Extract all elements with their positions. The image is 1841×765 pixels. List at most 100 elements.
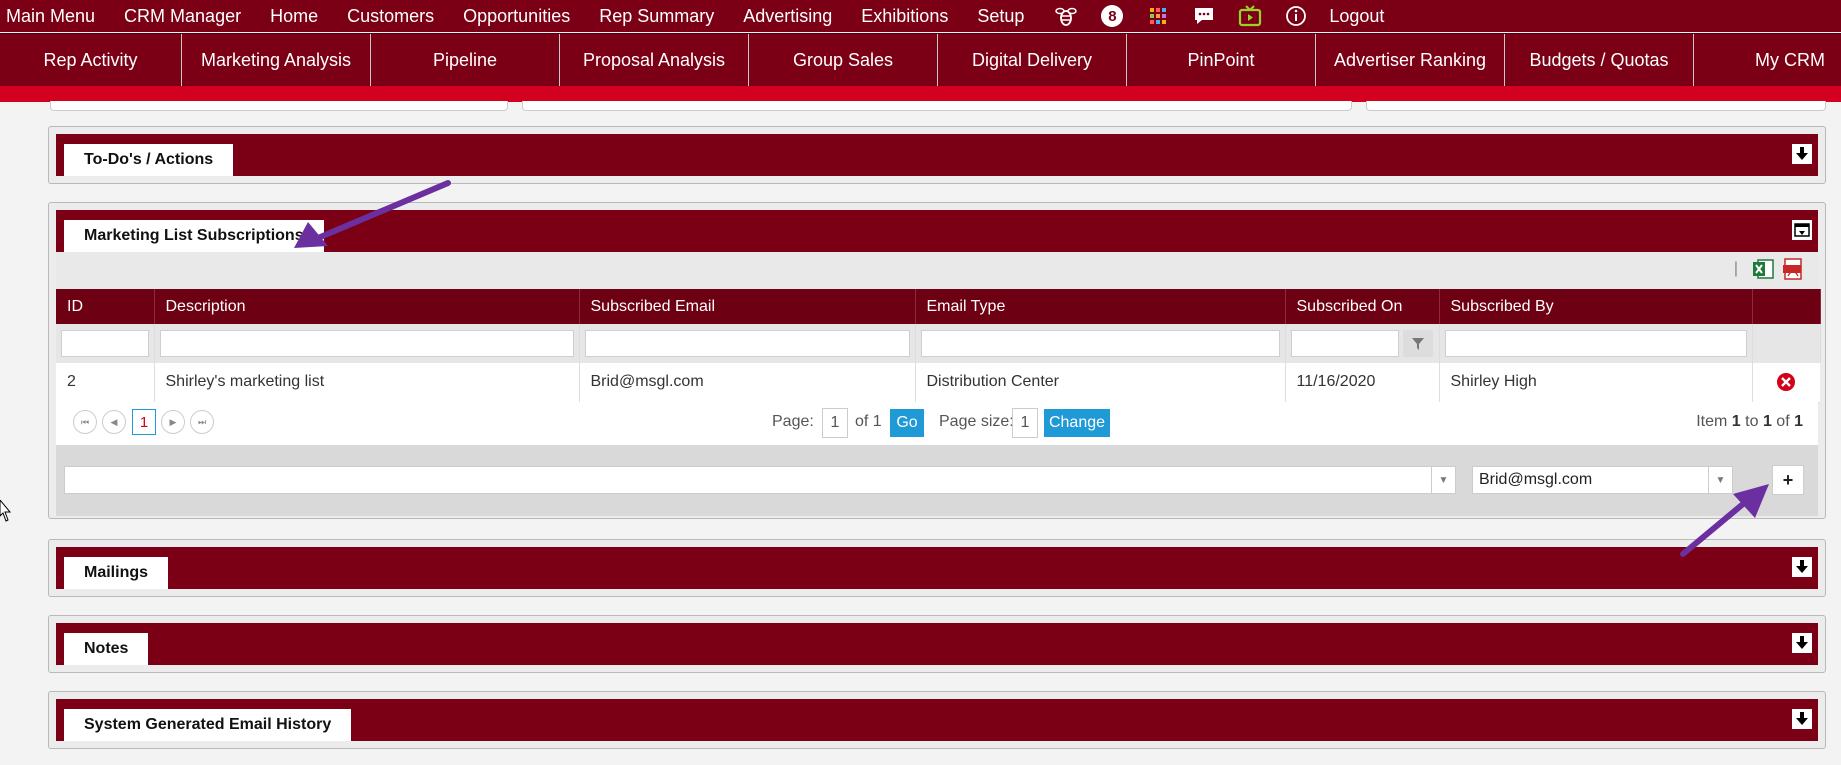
notes-panel-header: Notes (56, 623, 1818, 665)
collapse-window-icon[interactable] (1792, 220, 1812, 240)
subscribe-email-value: Brid@msgl.com (1479, 471, 1593, 488)
item-to-label: to (1745, 413, 1759, 430)
previous-page-icon[interactable]: ◀ (102, 410, 126, 434)
page-number-input[interactable]: 1 (822, 408, 848, 438)
pdf-export-icon[interactable] (1782, 258, 1804, 280)
menu-home[interactable]: Home (270, 6, 318, 27)
expand-down-icon[interactable] (1792, 709, 1812, 729)
bee-icon[interactable] (1053, 3, 1079, 29)
notification-badge-icon[interactable]: 8 (1099, 3, 1125, 29)
filter-row (56, 324, 1821, 363)
nav-budgets-quotas[interactable]: Budgets / Quotas (1505, 34, 1694, 87)
expand-down-icon[interactable] (1792, 144, 1812, 164)
badge-count: 8 (1101, 5, 1124, 27)
filter-id-input[interactable] (61, 330, 149, 357)
menu-setup[interactable]: Setup (977, 6, 1024, 27)
item-to: 1 (1762, 413, 1772, 430)
annotation-arrow-icon (294, 180, 451, 248)
info-icon[interactable] (1283, 3, 1309, 29)
menu-rep-summary[interactable]: Rep Summary (599, 6, 714, 27)
add-subscription-button[interactable]: + (1772, 465, 1804, 495)
filter-funnel-icon[interactable] (1402, 330, 1433, 357)
menu-crm-manager[interactable]: CRM Manager (124, 6, 241, 27)
first-page-icon[interactable]: ⏮ (73, 410, 97, 434)
cell-id: 2 (56, 363, 155, 403)
subscriptions-grid: ID Description Subscribed Email Email Ty… (56, 289, 1821, 403)
nav-pinpoint[interactable]: PinPoint (1127, 34, 1316, 87)
apps-grid-icon[interactable] (1145, 3, 1171, 29)
item-prefix: Item (1696, 413, 1728, 430)
nav-accent-stripe (0, 86, 1841, 102)
last-page-icon[interactable]: ⏭ (190, 410, 214, 434)
current-page-number[interactable]: 1 (132, 409, 156, 435)
secondary-nav: Rep Activity Marketing Analysis Pipeline… (0, 33, 1841, 87)
change-page-size-button[interactable]: Change (1044, 409, 1110, 437)
item-total: 1 (1794, 413, 1803, 430)
menu-logout[interactable]: Logout (1329, 6, 1384, 27)
todo-panel-title[interactable]: To-Do's / Actions (64, 144, 234, 176)
excel-export-icon[interactable] (1752, 258, 1774, 280)
go-button[interactable]: Go (890, 409, 924, 437)
page-size-input[interactable]: 1 (1012, 408, 1038, 438)
item-from: 1 (1731, 413, 1741, 430)
menu-main-menu[interactable]: Main Menu (6, 6, 95, 27)
delete-icon[interactable] (1776, 372, 1796, 392)
filter-subscribed-by-input[interactable] (1444, 330, 1747, 357)
table-row[interactable]: 2 Shirley's marketing list Brid@msgl.com… (56, 363, 1820, 403)
nav-my-crm[interactable]: My CRM (1694, 34, 1841, 87)
nav-advertiser-ranking[interactable]: Advertiser Ranking (1316, 34, 1505, 87)
column-header-actions (1752, 289, 1821, 324)
menu-customers[interactable]: Customers (347, 6, 434, 27)
todo-panel-header: To-Do's / Actions (56, 134, 1818, 176)
column-header-id[interactable]: ID (56, 289, 155, 324)
chevron-down-icon[interactable]: ▼ (1431, 467, 1455, 493)
expand-down-icon[interactable] (1792, 557, 1812, 577)
email-history-panel-title[interactable]: System Generated Email History (64, 709, 352, 741)
mailings-panel-header: Mailings (56, 547, 1818, 589)
email-history-panel: System Generated Email History (48, 691, 1826, 749)
filter-email-input[interactable] (584, 330, 910, 357)
page-label: Page: (772, 413, 814, 430)
cell-description: Shirley's marketing list (154, 363, 580, 403)
toolbar-separator: | (1733, 260, 1738, 277)
column-header-subscribed-on[interactable]: Subscribed On (1285, 289, 1440, 324)
filter-email-type-input[interactable] (920, 330, 1280, 357)
nav-proposal-analysis[interactable]: Proposal Analysis (560, 34, 749, 87)
cell-subscribed-email: Brid@msgl.com (579, 363, 916, 403)
filter-subscribed-on-input[interactable] (1290, 330, 1399, 357)
menu-exhibitions[interactable]: Exhibitions (861, 6, 948, 27)
page-size-label: Page size: (939, 413, 1014, 430)
chat-icon[interactable] (1191, 3, 1217, 29)
item-range-info: Item 1 to 1 of 1 (1696, 413, 1803, 431)
cell-subscribed-on: 11/16/2020 (1285, 363, 1440, 403)
column-header-email-type[interactable]: Email Type (915, 289, 1286, 324)
column-header-description[interactable]: Description (154, 289, 580, 324)
item-of-label: of (1776, 413, 1790, 430)
notes-panel-title[interactable]: Notes (64, 633, 149, 665)
mailings-panel-title[interactable]: Mailings (64, 557, 169, 589)
marketing-panel-title[interactable]: Marketing List Subscriptions (64, 220, 324, 252)
annotation-arrow-icon (1680, 484, 1769, 557)
top-menu-bar: Main Menu CRM Manager Home Customers Opp… (0, 0, 1841, 32)
cell-email-type: Distribution Center (915, 363, 1286, 403)
expand-down-icon[interactable] (1792, 633, 1812, 653)
column-header-subscribed-email[interactable]: Subscribed Email (579, 289, 916, 324)
nav-marketing-analysis[interactable]: Marketing Analysis (182, 34, 371, 87)
filter-description-input[interactable] (159, 330, 574, 357)
nav-digital-delivery[interactable]: Digital Delivery (938, 34, 1127, 87)
marketing-list-dropdown[interactable]: ▼ (64, 466, 1456, 494)
tv-icon[interactable] (1237, 3, 1263, 29)
cell-delete (1752, 363, 1820, 403)
nav-group-sales[interactable]: Group Sales (749, 34, 938, 87)
page-of-label: of 1 (855, 413, 882, 430)
next-page-icon[interactable]: ▶ (161, 410, 185, 434)
nav-pipeline[interactable]: Pipeline (371, 34, 560, 87)
nav-rep-activity[interactable]: Rep Activity (0, 34, 182, 87)
todo-panel: To-Do's / Actions (48, 126, 1826, 184)
mailings-panel: Mailings (48, 539, 1826, 597)
menu-advertising[interactable]: Advertising (743, 6, 832, 27)
grid-toolbar: | (56, 252, 1818, 289)
column-header-subscribed-by[interactable]: Subscribed By (1439, 289, 1753, 324)
menu-opportunities[interactable]: Opportunities (463, 6, 570, 27)
add-subscription-row: ▼ Brid@msgl.com ▼ + (56, 445, 1818, 516)
